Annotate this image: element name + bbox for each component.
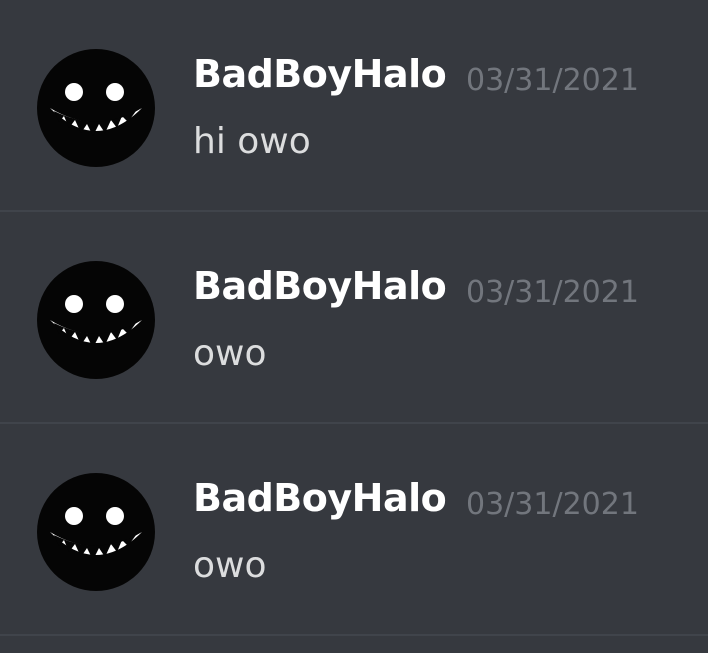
message-item[interactable]: BadBoyHalo 03/31/2021 owo — [0, 212, 708, 424]
message-author[interactable]: BadBoyHalo — [193, 267, 447, 305]
message-list: BadBoyHalo 03/31/2021 hi owo BadBoyHalo … — [0, 0, 708, 653]
message-timestamp: 03/31/2021 — [466, 63, 639, 98]
message-timestamp: 03/31/2021 — [466, 487, 639, 522]
avatar[interactable] — [36, 472, 156, 592]
avatar[interactable] — [36, 260, 156, 380]
message-content: owo — [193, 545, 267, 586]
avatar[interactable] — [36, 48, 156, 168]
message-item[interactable]: BadBoyHalo 03/31/2021 owo — [0, 424, 708, 636]
grinning-face-icon — [37, 473, 155, 591]
message-content: hi owo — [193, 121, 311, 162]
message-item[interactable]: BadBoyHalo 03/31/2021 hi owo — [0, 0, 708, 212]
message-content: owo — [193, 333, 267, 374]
message-author[interactable]: BadBoyHalo — [193, 55, 447, 93]
grinning-face-icon — [37, 261, 155, 379]
grinning-face-icon — [37, 49, 155, 167]
message-timestamp: 03/31/2021 — [466, 275, 639, 310]
message-author[interactable]: BadBoyHalo — [193, 479, 447, 517]
